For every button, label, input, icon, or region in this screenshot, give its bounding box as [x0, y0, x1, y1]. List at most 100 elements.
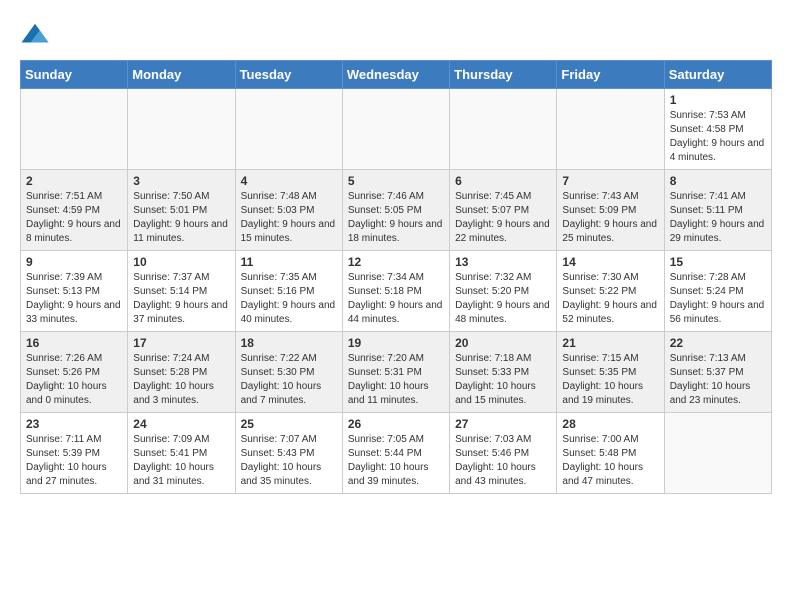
day-number: 13 [455, 255, 551, 269]
day-number: 3 [133, 174, 229, 188]
calendar-cell: 23 Sunrise: 7:11 AMSunset: 5:39 PMDaylig… [21, 413, 128, 494]
day-number: 21 [562, 336, 658, 350]
day-info: Sunrise: 7:15 AMSunset: 5:35 PMDaylight:… [562, 352, 658, 408]
day-info: Sunrise: 7:30 AMSunset: 5:22 PMDaylight:… [562, 271, 658, 327]
calendar-week-5: 23 Sunrise: 7:11 AMSunset: 5:39 PMDaylig… [21, 413, 772, 494]
day-info: Sunrise: 7:00 AMSunset: 5:48 PMDaylight:… [562, 433, 658, 489]
calendar-week-4: 16 Sunrise: 7:26 AMSunset: 5:26 PMDaylig… [21, 332, 772, 413]
day-number: 8 [670, 174, 766, 188]
day-number: 10 [133, 255, 229, 269]
calendar-cell: 5 Sunrise: 7:46 AMSunset: 5:05 PMDayligh… [342, 170, 449, 251]
day-info: Sunrise: 7:11 AMSunset: 5:39 PMDaylight:… [26, 433, 122, 489]
day-info: Sunrise: 7:26 AMSunset: 5:26 PMDaylight:… [26, 352, 122, 408]
calendar-week-3: 9 Sunrise: 7:39 AMSunset: 5:13 PMDayligh… [21, 251, 772, 332]
day-number: 18 [241, 336, 337, 350]
calendar-cell: 4 Sunrise: 7:48 AMSunset: 5:03 PMDayligh… [235, 170, 342, 251]
calendar-cell: 6 Sunrise: 7:45 AMSunset: 5:07 PMDayligh… [450, 170, 557, 251]
day-number: 12 [348, 255, 444, 269]
day-info: Sunrise: 7:51 AMSunset: 4:59 PMDaylight:… [26, 190, 122, 246]
day-number: 2 [26, 174, 122, 188]
calendar-cell: 3 Sunrise: 7:50 AMSunset: 5:01 PMDayligh… [128, 170, 235, 251]
calendar-cell: 17 Sunrise: 7:24 AMSunset: 5:28 PMDaylig… [128, 332, 235, 413]
calendar-cell: 10 Sunrise: 7:37 AMSunset: 5:14 PMDaylig… [128, 251, 235, 332]
day-number: 27 [455, 417, 551, 431]
calendar-cell: 18 Sunrise: 7:22 AMSunset: 5:30 PMDaylig… [235, 332, 342, 413]
day-info: Sunrise: 7:37 AMSunset: 5:14 PMDaylight:… [133, 271, 229, 327]
day-info: Sunrise: 7:22 AMSunset: 5:30 PMDaylight:… [241, 352, 337, 408]
calendar-cell: 24 Sunrise: 7:09 AMSunset: 5:41 PMDaylig… [128, 413, 235, 494]
calendar-cell: 9 Sunrise: 7:39 AMSunset: 5:13 PMDayligh… [21, 251, 128, 332]
calendar-cell [664, 413, 771, 494]
day-info: Sunrise: 7:05 AMSunset: 5:44 PMDaylight:… [348, 433, 444, 489]
day-info: Sunrise: 7:45 AMSunset: 5:07 PMDaylight:… [455, 190, 551, 246]
calendar-cell: 21 Sunrise: 7:15 AMSunset: 5:35 PMDaylig… [557, 332, 664, 413]
day-info: Sunrise: 7:32 AMSunset: 5:20 PMDaylight:… [455, 271, 551, 327]
calendar-cell: 25 Sunrise: 7:07 AMSunset: 5:43 PMDaylig… [235, 413, 342, 494]
calendar-week-1: 1 Sunrise: 7:53 AMSunset: 4:58 PMDayligh… [21, 89, 772, 170]
calendar-cell [557, 89, 664, 170]
column-header-friday: Friday [557, 61, 664, 89]
calendar-cell [235, 89, 342, 170]
day-info: Sunrise: 7:34 AMSunset: 5:18 PMDaylight:… [348, 271, 444, 327]
day-number: 9 [26, 255, 122, 269]
day-info: Sunrise: 7:43 AMSunset: 5:09 PMDaylight:… [562, 190, 658, 246]
calendar-cell: 14 Sunrise: 7:30 AMSunset: 5:22 PMDaylig… [557, 251, 664, 332]
day-info: Sunrise: 7:09 AMSunset: 5:41 PMDaylight:… [133, 433, 229, 489]
day-info: Sunrise: 7:03 AMSunset: 5:46 PMDaylight:… [455, 433, 551, 489]
day-number: 22 [670, 336, 766, 350]
day-info: Sunrise: 7:18 AMSunset: 5:33 PMDaylight:… [455, 352, 551, 408]
calendar-week-2: 2 Sunrise: 7:51 AMSunset: 4:59 PMDayligh… [21, 170, 772, 251]
day-info: Sunrise: 7:13 AMSunset: 5:37 PMDaylight:… [670, 352, 766, 408]
day-info: Sunrise: 7:28 AMSunset: 5:24 PMDaylight:… [670, 271, 766, 327]
day-number: 20 [455, 336, 551, 350]
day-info: Sunrise: 7:46 AMSunset: 5:05 PMDaylight:… [348, 190, 444, 246]
day-number: 14 [562, 255, 658, 269]
calendar-cell: 11 Sunrise: 7:35 AMSunset: 5:16 PMDaylig… [235, 251, 342, 332]
day-number: 26 [348, 417, 444, 431]
calendar-cell: 26 Sunrise: 7:05 AMSunset: 5:44 PMDaylig… [342, 413, 449, 494]
day-number: 19 [348, 336, 444, 350]
calendar-cell: 28 Sunrise: 7:00 AMSunset: 5:48 PMDaylig… [557, 413, 664, 494]
day-info: Sunrise: 7:24 AMSunset: 5:28 PMDaylight:… [133, 352, 229, 408]
calendar-cell: 12 Sunrise: 7:34 AMSunset: 5:18 PMDaylig… [342, 251, 449, 332]
day-info: Sunrise: 7:20 AMSunset: 5:31 PMDaylight:… [348, 352, 444, 408]
day-number: 28 [562, 417, 658, 431]
calendar-cell: 8 Sunrise: 7:41 AMSunset: 5:11 PMDayligh… [664, 170, 771, 251]
column-header-thursday: Thursday [450, 61, 557, 89]
day-info: Sunrise: 7:39 AMSunset: 5:13 PMDaylight:… [26, 271, 122, 327]
calendar-cell: 7 Sunrise: 7:43 AMSunset: 5:09 PMDayligh… [557, 170, 664, 251]
day-number: 24 [133, 417, 229, 431]
calendar-header-row: SundayMondayTuesdayWednesdayThursdayFrid… [21, 61, 772, 89]
calendar: SundayMondayTuesdayWednesdayThursdayFrid… [20, 60, 772, 494]
column-header-monday: Monday [128, 61, 235, 89]
page-header [20, 20, 772, 50]
day-info: Sunrise: 7:50 AMSunset: 5:01 PMDaylight:… [133, 190, 229, 246]
day-info: Sunrise: 7:41 AMSunset: 5:11 PMDaylight:… [670, 190, 766, 246]
calendar-cell: 13 Sunrise: 7:32 AMSunset: 5:20 PMDaylig… [450, 251, 557, 332]
calendar-cell: 15 Sunrise: 7:28 AMSunset: 5:24 PMDaylig… [664, 251, 771, 332]
calendar-cell [128, 89, 235, 170]
logo [20, 20, 54, 50]
calendar-cell: 19 Sunrise: 7:20 AMSunset: 5:31 PMDaylig… [342, 332, 449, 413]
calendar-cell [21, 89, 128, 170]
calendar-cell: 22 Sunrise: 7:13 AMSunset: 5:37 PMDaylig… [664, 332, 771, 413]
day-number: 25 [241, 417, 337, 431]
day-number: 7 [562, 174, 658, 188]
day-info: Sunrise: 7:07 AMSunset: 5:43 PMDaylight:… [241, 433, 337, 489]
calendar-cell: 20 Sunrise: 7:18 AMSunset: 5:33 PMDaylig… [450, 332, 557, 413]
day-info: Sunrise: 7:48 AMSunset: 5:03 PMDaylight:… [241, 190, 337, 246]
day-number: 23 [26, 417, 122, 431]
calendar-cell: 1 Sunrise: 7:53 AMSunset: 4:58 PMDayligh… [664, 89, 771, 170]
day-number: 1 [670, 93, 766, 107]
day-number: 6 [455, 174, 551, 188]
column-header-tuesday: Tuesday [235, 61, 342, 89]
day-number: 5 [348, 174, 444, 188]
column-header-sunday: Sunday [21, 61, 128, 89]
logo-icon [20, 20, 50, 50]
column-header-saturday: Saturday [664, 61, 771, 89]
day-number: 16 [26, 336, 122, 350]
calendar-cell: 2 Sunrise: 7:51 AMSunset: 4:59 PMDayligh… [21, 170, 128, 251]
day-info: Sunrise: 7:53 AMSunset: 4:58 PMDaylight:… [670, 109, 766, 165]
day-number: 17 [133, 336, 229, 350]
day-number: 15 [670, 255, 766, 269]
